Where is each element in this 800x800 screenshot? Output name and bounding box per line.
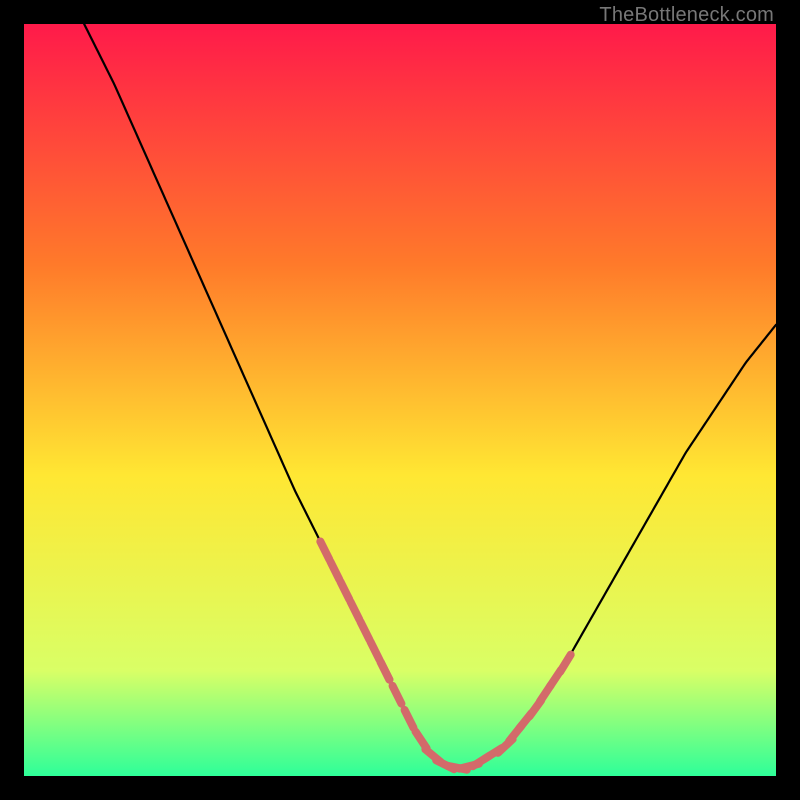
- chart-frame: [24, 24, 776, 776]
- bottleneck-chart: [24, 24, 776, 776]
